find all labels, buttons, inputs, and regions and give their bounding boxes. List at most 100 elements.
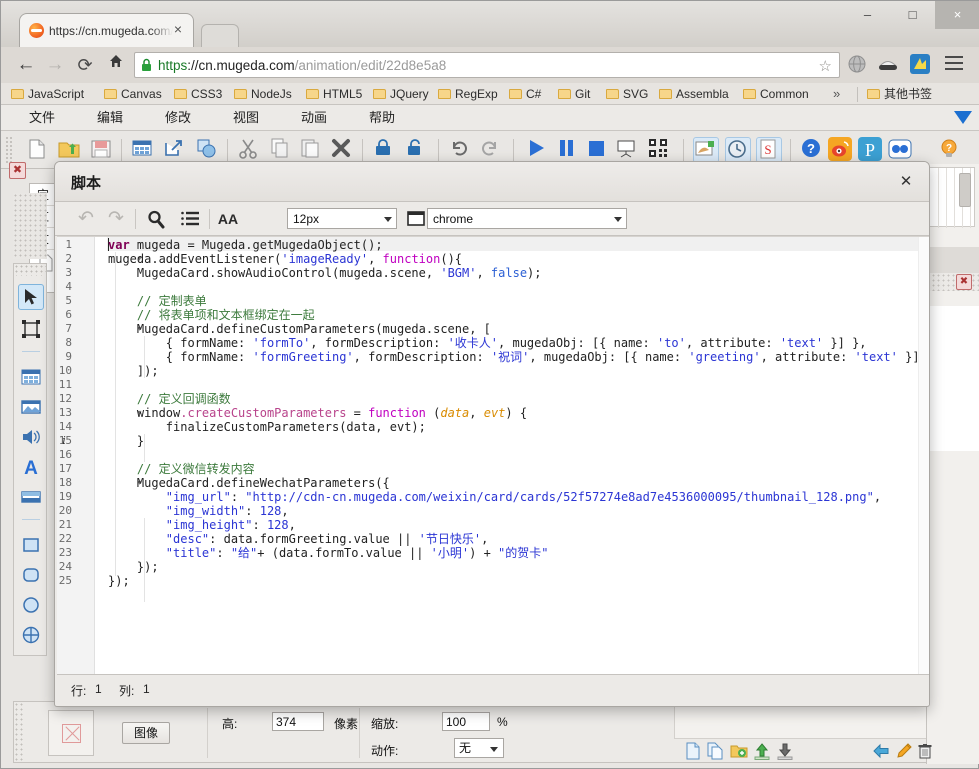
globe-extension-icon[interactable] <box>846 53 870 77</box>
browser-tab[interactable]: https://cn.mugeda.com/a × <box>19 13 194 47</box>
properties-divider <box>207 708 208 758</box>
undo-icon[interactable]: ↶ <box>73 206 99 232</box>
code-token: window <box>108 406 180 420</box>
image-tool[interactable] <box>18 394 44 420</box>
new-page-icon[interactable] <box>684 742 702 760</box>
redo-icon[interactable] <box>479 137 505 163</box>
font-size-select[interactable]: 12px <box>287 208 397 229</box>
chevron-down-icon[interactable] <box>954 111 972 124</box>
tool-palette-header-grip[interactable] <box>13 263 47 277</box>
undo-icon[interactable] <box>448 137 474 163</box>
object-type-button[interactable]: 图像 <box>122 722 170 744</box>
lock-icon[interactable] <box>372 137 398 163</box>
help-icon[interactable]: ? <box>800 137 826 163</box>
menu-file[interactable]: 文件 <box>29 109 55 127</box>
duplicate-page-icon[interactable] <box>707 742 725 760</box>
editor-scrollbar[interactable] <box>918 237 929 674</box>
target-tool[interactable] <box>18 622 44 648</box>
folder-icon <box>438 89 451 99</box>
menu-modify[interactable]: 修改 <box>165 109 191 127</box>
action-select[interactable]: 无 <box>454 738 504 758</box>
background-panel-close-badge[interactable]: ✖ <box>956 274 972 290</box>
close-icon[interactable]: ✕ <box>895 171 917 193</box>
download-icon[interactable] <box>776 742 794 760</box>
slider-tool[interactable] <box>18 484 44 510</box>
ellipse-tool[interactable] <box>18 592 44 618</box>
transform-tool[interactable] <box>18 316 44 342</box>
shapes-icon[interactable] <box>195 137 221 163</box>
export-icon[interactable] <box>163 137 189 163</box>
stop-icon[interactable] <box>585 137 611 163</box>
code-fold-gutter[interactable]: ▾▾▾▾ <box>95 237 107 674</box>
redo-icon[interactable]: ↷ <box>103 206 129 232</box>
menu-view[interactable]: 视图 <box>233 109 259 127</box>
audio-tool[interactable] <box>18 424 44 450</box>
theme-icon[interactable] <box>403 206 429 232</box>
open-page-icon[interactable] <box>730 742 748 760</box>
toolbar-grip[interactable] <box>5 136 13 164</box>
text-tool[interactable]: A <box>18 454 44 480</box>
select-tool[interactable] <box>18 284 44 310</box>
upload-icon[interactable] <box>753 742 771 760</box>
height-input[interactable]: 374 <box>272 712 324 731</box>
copy-icon[interactable] <box>269 137 295 163</box>
menu-animation[interactable]: 动画 <box>301 109 327 127</box>
edit-pencil-icon[interactable] <box>895 742 913 760</box>
chrome-menu-icon[interactable] <box>945 56 963 70</box>
bookmark-star-icon[interactable]: ☆ <box>819 57 832 75</box>
weibo-icon[interactable] <box>828 137 854 163</box>
back-arrow-icon[interactable]: ← <box>12 51 40 79</box>
tool-palette-drag-grip[interactable] <box>13 193 47 259</box>
share-icon[interactable] <box>888 137 914 163</box>
qrcode-icon[interactable] <box>647 137 673 163</box>
address-bar[interactable]: https://cn.mugeda.com/animation/edit/22d… <box>134 52 840 78</box>
home-icon[interactable] <box>102 51 130 79</box>
open-folder-icon[interactable] <box>57 137 83 163</box>
theme-select[interactable]: chrome <box>427 208 627 229</box>
bookmarks-overflow-button[interactable]: » <box>833 86 840 101</box>
menu-edit[interactable]: 编辑 <box>97 109 123 127</box>
incognito-extension-icon[interactable] <box>876 53 900 77</box>
trash-icon[interactable] <box>916 742 934 760</box>
background-scrollbar-thumb[interactable] <box>959 173 971 207</box>
properties-panel-grip[interactable] <box>14 702 24 762</box>
rectangle-tool[interactable] <box>18 532 44 558</box>
dialog-title-bar[interactable]: 脚本 ✕ <box>55 162 929 202</box>
rounded-rectangle-tool[interactable] <box>18 562 44 588</box>
publish-icon[interactable] <box>693 137 719 163</box>
cut-icon[interactable] <box>237 137 263 163</box>
new-document-icon[interactable] <box>25 137 51 163</box>
table-tool[interactable] <box>18 364 44 390</box>
line-info-icon[interactable]: i <box>59 434 69 448</box>
new-tab-button[interactable] <box>201 24 239 47</box>
window-maximize-button[interactable]: □ <box>890 1 935 29</box>
paste-icon[interactable] <box>299 137 325 163</box>
delete-icon[interactable] <box>330 137 356 163</box>
bookmark-item: RegExp <box>438 86 498 103</box>
grid-icon[interactable] <box>131 137 157 163</box>
back-arrow-icon[interactable] <box>872 742 890 760</box>
window-close-button[interactable]: × <box>935 1 979 29</box>
window-minimize-button[interactable]: – <box>845 1 890 29</box>
pause-icon[interactable] <box>555 137 581 163</box>
stats-icon[interactable]: S <box>756 137 782 163</box>
tab-close-icon[interactable]: × <box>170 22 186 38</box>
zoom-input[interactable]: 100 <box>442 712 490 731</box>
present-icon[interactable] <box>615 137 641 163</box>
save-icon[interactable] <box>89 137 115 163</box>
reload-icon[interactable]: ⟳ <box>71 51 99 79</box>
search-icon[interactable] <box>143 206 169 232</box>
pinterest-icon[interactable]: P <box>858 137 884 163</box>
lightbulb-icon[interactable]: ? <box>937 137 963 163</box>
tool-palette-close-badge[interactable]: ✖ <box>9 162 26 179</box>
bookmark-item: JavaScript <box>11 86 84 103</box>
forward-arrow-icon[interactable]: → <box>41 51 69 79</box>
list-icon[interactable] <box>177 206 203 232</box>
blue-app-extension-icon[interactable] <box>909 53 933 77</box>
menu-help[interactable]: 帮助 <box>369 109 395 127</box>
unlock-icon[interactable] <box>404 137 430 163</box>
code-editor[interactable]: 123456789101112131415i161718192021222324… <box>57 236 929 674</box>
play-icon[interactable] <box>525 137 551 163</box>
other-bookmarks-folder[interactable]: 其他书签 <box>867 86 932 103</box>
history-icon[interactable] <box>725 137 751 163</box>
